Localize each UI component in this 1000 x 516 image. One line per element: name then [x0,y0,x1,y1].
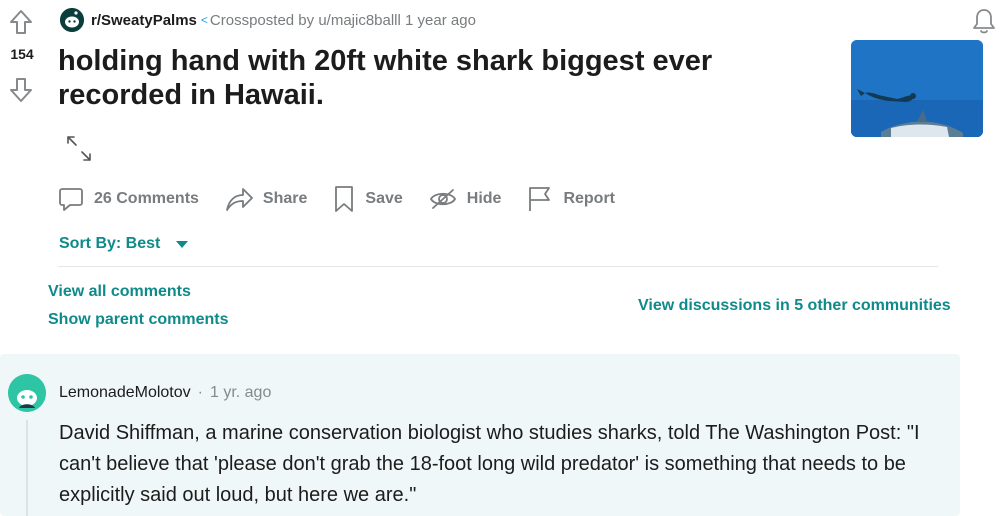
divider [58,266,938,267]
sort-dropdown[interactable]: Sort By: Best [59,235,189,253]
post-meta: r/SweatyPalms < Crossposted by u/majic8b… [60,8,476,32]
view-discussions-link[interactable]: View discussions in 5 other communities [638,297,951,315]
view-all-comments-link[interactable]: View all comments [48,283,191,301]
report-button[interactable]: Report [527,185,615,213]
sort-label: Sort By: Best [59,235,161,252]
comment-meta: LemonadeMolotov · 1 yr. ago [59,384,271,402]
comment-icon [59,188,83,211]
comments-count: 26 Comments [94,190,199,207]
post-title[interactable]: holding hand with 20ft white shark bigge… [58,44,818,112]
share-label: Share [262,190,308,207]
save-button[interactable]: Save [333,185,403,213]
save-icon [335,186,354,212]
crosspost-user-link[interactable]: u/majic8balll [318,12,401,29]
post-time: 1 year ago [405,11,476,29]
post-thumbnail[interactable] [851,40,983,137]
caret-down-icon [176,240,189,248]
report-label: Report [563,190,615,207]
expand-icon[interactable] [62,134,96,164]
hide-button[interactable]: Hide [429,188,502,210]
vote-score: 154 [10,46,34,62]
subreddit-avatar-icon[interactable] [60,8,84,32]
share-icon [226,188,253,211]
crosspost-label: Crossposted by [209,11,315,29]
hide-label: Hide [466,190,502,207]
hide-icon [429,189,456,209]
save-label: Save [365,190,403,207]
thread-line[interactable] [26,420,28,516]
comment-author[interactable]: LemonadeMolotov [59,384,191,402]
report-icon [529,187,551,211]
post-actions: 26 Comments Share Save Hide Report [58,183,641,215]
downvote-icon[interactable] [8,76,34,104]
meta-separator: · [197,384,203,401]
comment-time[interactable]: 1 yr. ago [210,384,271,402]
user-avatar-icon[interactable] [8,374,46,412]
bell-icon[interactable] [969,6,999,36]
comment: LemonadeMolotov · 1 yr. ago David Shiffm… [0,354,960,516]
upvote-icon[interactable] [8,8,34,36]
comment-body: David Shiffman, a marine conservation bi… [59,422,920,506]
share-button[interactable]: Share [225,186,307,212]
show-parent-comments-link[interactable]: Show parent comments [48,311,228,329]
subreddit-link[interactable]: r/SweatyPalms [91,12,197,29]
comments-button[interactable]: 26 Comments [58,186,199,212]
crosspost-icon: < [200,13,208,27]
